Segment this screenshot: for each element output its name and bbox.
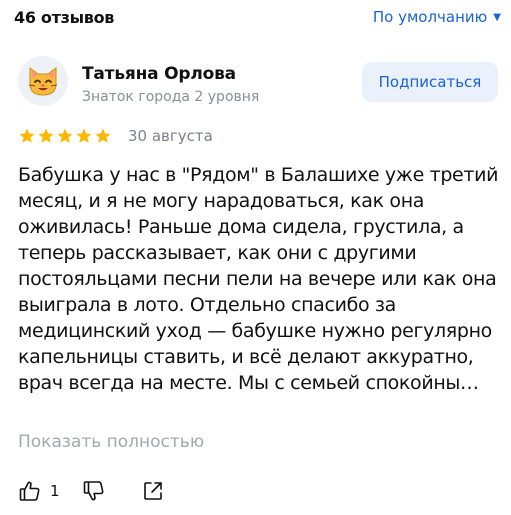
show-full-link[interactable]: Показать полностью — [18, 432, 204, 452]
review-date: 30 августа — [128, 127, 213, 145]
chevron-down-icon: ▼ — [493, 11, 501, 23]
rating-stars — [18, 127, 112, 145]
reviews-header: 46 отзывов По умолчанию ▼ — [0, 0, 511, 36]
share-icon — [142, 480, 164, 502]
sort-select[interactable]: По умолчанию ▼ — [373, 8, 501, 26]
sort-label: По умолчанию — [372, 8, 488, 26]
author-level: Знаток города 2 уровня — [82, 89, 260, 105]
reviews-count: 46 отзывов — [14, 8, 115, 27]
dislike-button[interactable] — [82, 479, 106, 503]
star-icon — [76, 128, 92, 143]
star-icon — [57, 128, 73, 143]
star-icon — [95, 128, 111, 143]
star-icon — [19, 128, 35, 143]
cat-face-icon — [28, 67, 58, 96]
thumbs-up-icon — [18, 479, 42, 503]
like-count: 1 — [50, 482, 60, 500]
author-name[interactable]: Татьяна Орлова — [82, 64, 236, 84]
like-button[interactable]: 1 — [18, 479, 60, 503]
star-icon — [38, 128, 54, 143]
rating-row: 30 августа — [18, 125, 213, 147]
subscribe-button[interactable]: Подписаться — [362, 62, 498, 102]
review-author: Татьяна Орлова Знаток города 2 уровня По… — [18, 56, 498, 112]
review-actions: 1 — [18, 478, 164, 504]
review-text: Бабушка у нас в "Рядом" в Балашихе уже т… — [18, 164, 499, 394]
share-button[interactable] — [142, 480, 164, 502]
thumbs-down-icon — [82, 479, 106, 503]
avatar[interactable] — [18, 56, 68, 106]
